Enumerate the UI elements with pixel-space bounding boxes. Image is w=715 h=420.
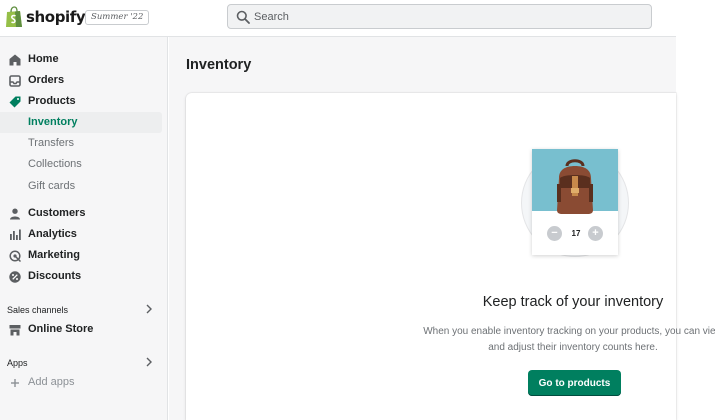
sidebar-item-label: Gift cards [28,180,76,192]
sidebar-item-products[interactable]: Products [0,91,162,112]
sidebar-item-label: Analytics [28,228,77,240]
shopify-bag-icon [6,6,22,27]
sidebar-item-label: Discounts [28,270,82,282]
sidebar-item-home[interactable]: Home [0,49,162,70]
increment-button[interactable]: + [588,226,603,241]
sidebar-item-label: Collections [28,158,82,170]
go-to-products-button[interactable]: Go to products [528,370,621,396]
store-icon [9,325,21,336]
bar-chart-icon [10,229,21,240]
sidebar-item-label: Transfers [28,137,75,149]
sidebar-item-label: Orders [28,74,65,86]
add-apps-button[interactable]: Add apps [0,372,162,393]
sidebar-item-label: Marketing [28,249,80,261]
sidebar-item-analytics[interactable]: Analytics [0,224,162,245]
sidebar-item-label: Products [28,95,76,107]
apps-header: Apps [7,358,28,368]
add-apps-label: Add apps [28,376,75,388]
discount-icon [9,271,21,283]
brand-name: shopify [26,8,86,26]
empty-state-card: − 17 + Keep track of your inventory When… [186,93,715,420]
quantity-value: 17 [571,229,581,238]
tag-icon [9,96,21,108]
page-title: Inventory [186,57,252,73]
sales-channels-header: Sales channels [7,305,69,315]
sidebar-item-collections[interactable]: Collections [0,154,162,175]
inbox-icon [9,75,21,87]
backpack-icon [557,159,593,214]
sidebar-item-discounts[interactable]: Discounts [0,266,162,287]
product-illustration: − 17 + [532,149,618,255]
empty-state-title: Keep track of your inventory [482,294,664,310]
sidebar-item-label: Inventory [28,116,78,128]
main-content: Inventory − 17 + Keep track of your inve… [169,37,715,420]
top-bar: shopify Summer '22 [0,0,676,37]
search-bar[interactable] [227,4,652,29]
chevron-right-icon[interactable] [145,304,153,314]
person-icon [10,208,20,220]
sidebar-item-orders[interactable]: Orders [0,70,162,91]
search-input[interactable] [254,5,644,28]
shopify-logo[interactable]: shopify [5,5,86,29]
plus-icon [11,379,19,387]
edition-badge: Summer '22 [85,10,150,25]
sidebar-item-marketing[interactable]: Marketing [0,245,162,266]
sidebar-item-label: Customers [28,207,86,219]
quantity-stepper: − 17 + [547,225,605,241]
decrement-button[interactable]: − [547,226,562,241]
home-icon [9,54,21,66]
sidebar-item-online-store[interactable]: Online Store [0,319,162,340]
megaphone-icon [9,250,21,262]
chevron-right-icon[interactable] [145,357,153,367]
sidebar-item-transfers[interactable]: Transfers [0,133,162,154]
sidebar-item-label: Home [28,53,59,65]
sidebar: Home Orders Products Inventory Transfers… [0,37,168,420]
sidebar-item-inventory[interactable]: Inventory [0,112,162,133]
sidebar-item-label: Online Store [28,323,94,335]
empty-state-description: When you enable inventory tracking on yo… [423,326,715,353]
sidebar-item-customers[interactable]: Customers [0,203,162,224]
search-icon [236,10,250,24]
sidebar-item-gift-cards[interactable]: Gift cards [0,176,162,197]
